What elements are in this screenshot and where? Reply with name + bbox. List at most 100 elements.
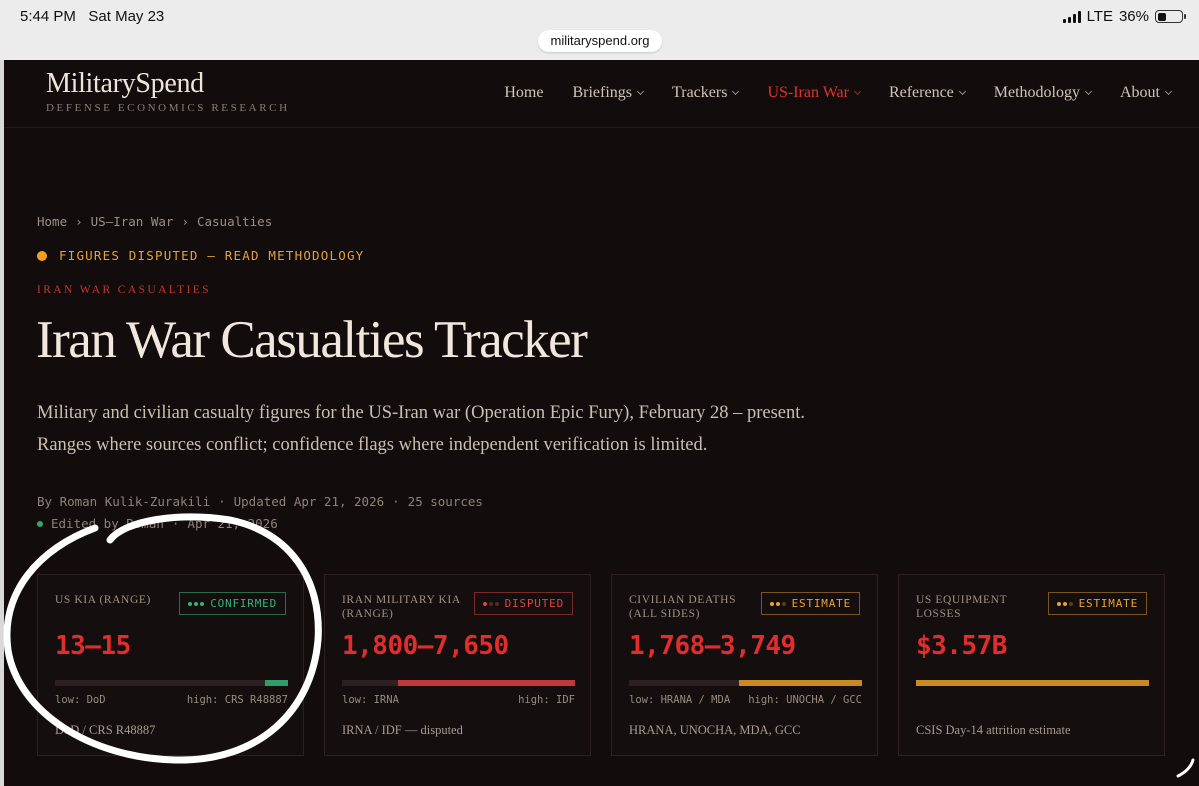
card-label: CIVILIAN DEATHS (ALL SIDES) bbox=[629, 594, 737, 620]
byline-separator: · bbox=[218, 494, 226, 509]
edited-date: Apr 21, 2026 bbox=[187, 516, 278, 531]
range-high-label: high: UNOCHA / GCC bbox=[748, 694, 862, 706]
page-title: Iran War Casualties Tracker bbox=[36, 311, 588, 369]
stat-card[interactable]: US KIA (RANGE) CONFIRMED 13–15 low: DoD high… bbox=[37, 574, 304, 756]
nav-item-label: Trackers bbox=[672, 84, 728, 101]
nav-item-label: Methodology bbox=[993, 84, 1080, 101]
chevron-down-icon bbox=[1164, 87, 1173, 96]
card-label: US EQUIPMENT LOSSES bbox=[916, 594, 1008, 620]
nav-item-label: US-Iran War bbox=[767, 84, 849, 101]
range-bar-fill bbox=[738, 680, 862, 686]
range-labels: low: DoD high: CRS R48887 bbox=[55, 694, 288, 706]
disputed-banner-text: FIGURES DISPUTED — READ METHODOLOGY bbox=[59, 248, 365, 263]
chevron-down-icon bbox=[732, 87, 740, 96]
range-low-label: low: DoD bbox=[55, 694, 106, 706]
card-value: 1,768–3,749 bbox=[629, 631, 796, 661]
range-bar bbox=[342, 680, 575, 686]
range-bar-fill bbox=[264, 680, 288, 686]
site-logo[interactable]: MilitarySpend bbox=[46, 68, 204, 100]
confidence-badge: CONFIRMED bbox=[179, 592, 286, 615]
byline-updated: Updated Apr 21, 2026 bbox=[233, 494, 385, 509]
nav-item-methodology[interactable]: Methodology bbox=[993, 84, 1093, 102]
date-text: Sat May 23 bbox=[88, 8, 165, 25]
byline-separator: · bbox=[392, 494, 400, 509]
nav-item-label: About bbox=[1120, 84, 1160, 101]
ios-status-bar: 5:44 PM Sat May 23 LTE 36% militaryspend… bbox=[0, 0, 1199, 60]
nav-item-trackers[interactable]: Trackers bbox=[672, 84, 740, 102]
site-tagline: DEFENSE ECONOMICS RESEARCH bbox=[46, 102, 290, 114]
card-label: IRAN MILITARY KIA (RANGE) bbox=[342, 594, 461, 620]
edited-by: Edited by Roman bbox=[51, 516, 164, 531]
nav-item-home[interactable]: Home bbox=[504, 84, 543, 102]
confidence-badge: ESTIMATE bbox=[1047, 592, 1147, 615]
confidence-dots-icon bbox=[1056, 601, 1073, 606]
nav-item-reference[interactable]: Reference bbox=[888, 84, 966, 102]
breadcrumb-separator: › bbox=[75, 214, 83, 229]
card-source: CSIS Day-14 attrition estimate bbox=[916, 723, 1071, 737]
badge-label: CONFIRMED bbox=[210, 597, 277, 610]
badge-label: DISPUTED bbox=[504, 597, 564, 610]
breadcrumb-item: Casualties bbox=[196, 214, 273, 229]
nav-item-about[interactable]: About bbox=[1120, 84, 1173, 102]
breadcrumb-separator: › bbox=[181, 214, 189, 229]
nav-item-briefings[interactable]: Briefings bbox=[572, 84, 645, 102]
warning-dot-icon bbox=[37, 250, 47, 261]
site-header: MilitarySpend DEFENSE ECONOMICS RESEARCH… bbox=[4, 60, 1199, 128]
battery-icon bbox=[1155, 10, 1186, 23]
range-labels: low: IRNA high: IDF bbox=[342, 694, 575, 706]
range-low-label: low: IRNA bbox=[342, 694, 399, 706]
url-bar[interactable]: militaryspend.org bbox=[538, 30, 662, 52]
range-bar bbox=[55, 680, 288, 686]
status-time: 5:44 PM Sat May 23 bbox=[20, 8, 164, 25]
card-value: 1,800–7,650 bbox=[342, 631, 509, 661]
card-source: DoD / CRS R48887 bbox=[55, 723, 156, 737]
chevron-down-icon bbox=[636, 87, 645, 96]
chevron-down-icon bbox=[1084, 87, 1093, 96]
breadcrumb: Home › US–Iran War › Casualties bbox=[37, 214, 272, 229]
card-value: 13–15 bbox=[55, 631, 131, 661]
status-indicators: LTE 36% bbox=[1062, 8, 1186, 25]
card-label: US KIA (RANGE) bbox=[55, 594, 151, 606]
edited-line: Edited by Roman · Apr 21, 2026 bbox=[37, 516, 278, 531]
time-text: 5:44 PM bbox=[20, 8, 76, 25]
range-high-label: high: IDF bbox=[518, 694, 575, 706]
card-source: HRANA, UNOCHA, MDA, GCC bbox=[629, 723, 801, 737]
disputed-banner[interactable]: FIGURES DISPUTED — READ METHODOLOGY bbox=[37, 248, 364, 263]
confidence-badge: ESTIMATE bbox=[760, 592, 860, 615]
card-value: $3.57B bbox=[916, 631, 1007, 661]
signal-icon bbox=[1062, 10, 1081, 23]
stat-cards: US KIA (RANGE) CONFIRMED 13–15 low: DoD high… bbox=[37, 574, 1165, 756]
nav-item-label: Briefings bbox=[572, 84, 633, 101]
byline: By Roman Kulik-Zurakili · Updated Apr 21… bbox=[37, 494, 483, 509]
byline-sources[interactable]: 25 sources bbox=[408, 494, 483, 509]
card-source: IRNA / IDF — disputed bbox=[342, 723, 463, 737]
badge-label: ESTIMATE bbox=[791, 597, 851, 610]
range-labels: low: HRANA / MDA high: UNOCHA / GCC bbox=[629, 694, 862, 706]
main-nav: Home Briefings Trackers US-Iran War Referenc… bbox=[504, 84, 1173, 102]
stat-card[interactable]: IRAN MILITARY KIA (RANGE) DISPUTED 1,800–7… bbox=[324, 574, 591, 756]
range-high-label: high: CRS R48887 bbox=[186, 694, 288, 706]
range-bar-fill bbox=[916, 680, 1149, 686]
range-bar bbox=[916, 680, 1149, 686]
confidence-dots-icon bbox=[482, 601, 499, 606]
stat-card[interactable]: US EQUIPMENT LOSSES ESTIMATE $3.57B CSIS Da… bbox=[898, 574, 1165, 756]
status-dot-icon bbox=[37, 520, 43, 527]
range-bar-fill bbox=[397, 680, 575, 686]
confidence-badge: DISPUTED bbox=[473, 592, 573, 615]
breadcrumb-item[interactable]: US–Iran War bbox=[91, 214, 174, 229]
battery-percent: 36% bbox=[1118, 8, 1149, 25]
chevron-down-icon bbox=[853, 87, 861, 96]
breadcrumb-item[interactable]: Home bbox=[37, 214, 67, 229]
nav-item-us-iran-war[interactable]: US-Iran War bbox=[767, 84, 861, 102]
stat-card[interactable]: CIVILIAN DEATHS (ALL SIDES) ESTIMATE 1,768… bbox=[611, 574, 878, 756]
network-label: LTE bbox=[1086, 8, 1113, 25]
nav-item-label: Reference bbox=[888, 84, 954, 101]
section-kicker: IRAN WAR CASUALTIES bbox=[37, 284, 212, 296]
edited-separator: · bbox=[171, 516, 180, 531]
badge-label: ESTIMATE bbox=[1078, 597, 1138, 610]
page: MilitarySpend DEFENSE ECONOMICS RESEARCH… bbox=[4, 60, 1199, 786]
page-lede: Military and civilian casualty figures f… bbox=[37, 403, 806, 455]
byline-author[interactable]: By Roman Kulik-Zurakili bbox=[37, 494, 210, 509]
range-low-label: low: HRANA / MDA bbox=[629, 694, 731, 706]
range-bar bbox=[629, 680, 862, 686]
